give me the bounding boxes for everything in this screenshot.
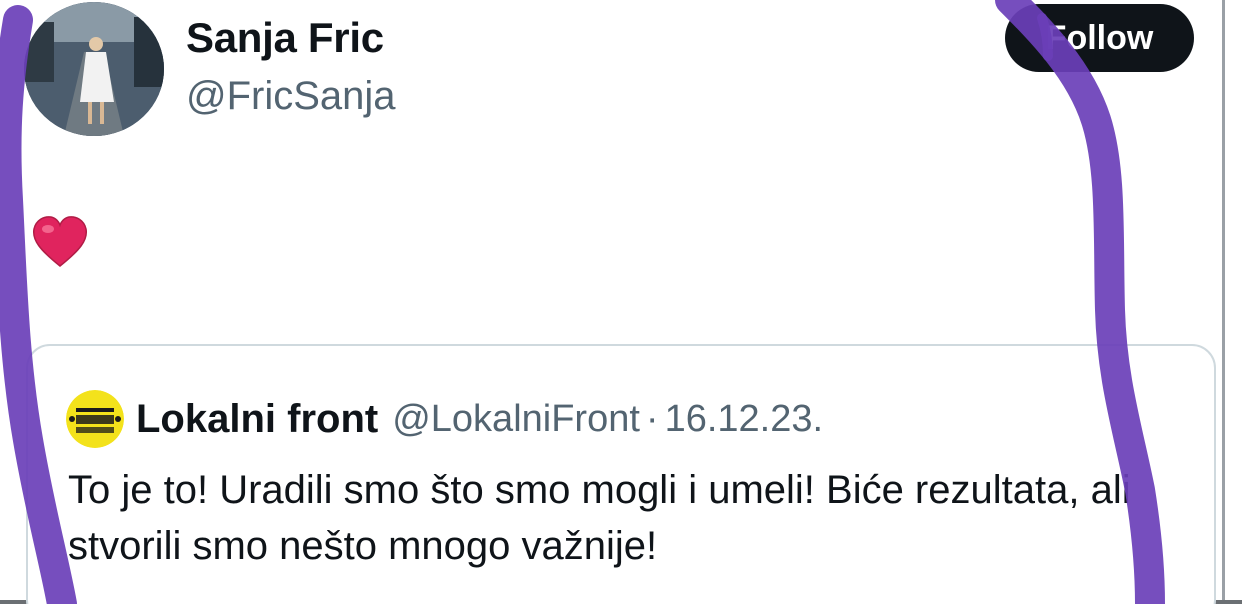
display-name[interactable]: Sanja Fric [186, 14, 384, 62]
avatar[interactable] [24, 2, 164, 136]
follow-button[interactable]: Follow [1005, 4, 1194, 72]
separator-dot: · [645, 397, 659, 440]
quoted-user-handle[interactable]: @LokalniFront [392, 398, 640, 441]
quoted-post-date[interactable]: 16.12.23. [665, 398, 823, 441]
quoted-post-text: To je to! Uradili smo što smo mogli i um… [68, 468, 1131, 568]
quoted-post-header: Lokalni front @LokalniFront · 16.12.23. [66, 390, 823, 448]
quoted-display-name[interactable]: Lokalni front [136, 397, 378, 442]
right-edge-line [1222, 0, 1225, 604]
user-handle[interactable]: @FricSanja [186, 74, 396, 119]
lokalni-front-logo[interactable] [66, 390, 124, 448]
heart-icon [32, 216, 88, 267]
quoted-post[interactable]: Lokalni front @LokalniFront · 16.12.23. … [26, 344, 1216, 604]
